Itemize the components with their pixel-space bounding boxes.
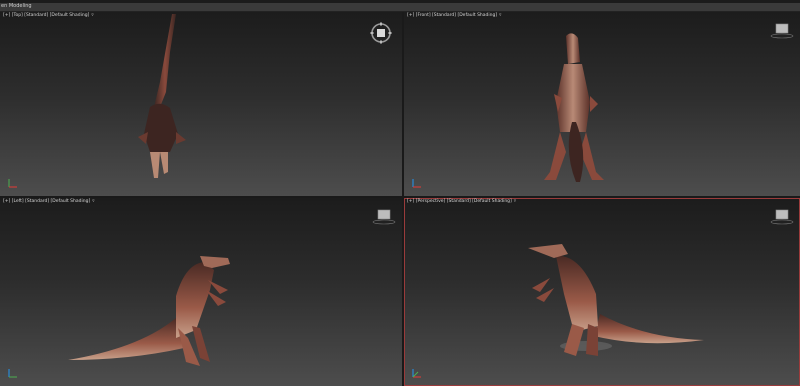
model-front-view[interactable] [544,33,604,182]
viewport-label-front[interactable]: [+] [Front] [Standard] [Default Shading]… [407,13,501,19]
axis-tripod-icon [412,369,421,378]
viewport-label-text[interactable]: [+] [Left] [Standard] [Default Shading] [3,199,90,204]
filter-funnel-icon[interactable]: ▿ [91,13,93,19]
viewport-label-perspective[interactable]: [+] [Perspective] [Standard] [Default Sh… [407,199,516,205]
viewport-grid: [+] [Top] [Standard] [Default Shading]▿ [0,12,800,386]
axis-tripod-icon [412,179,421,188]
viewport-perspective[interactable]: [+] [Perspective] [Standard] [Default Sh… [404,198,800,386]
perspective-view-scene [528,244,704,356]
axis-tripod-icon [8,179,17,188]
viewport-front[interactable]: [+] [Front] [Standard] [Default Shading]… [404,12,800,196]
filter-funnel-icon[interactable]: ▿ [514,199,516,205]
ribbon-bar[interactable]: en Modeling [0,3,800,12]
viewport-label-left[interactable]: [+] [Left] [Standard] [Default Shading] ▿ [3,199,94,205]
front-view-scene [544,33,604,182]
model-top-view[interactable] [138,14,186,178]
viewport-label-text[interactable]: [+] [Top] [Standard] [Default Shading] [3,13,89,18]
viewport-label-text[interactable]: [+] [Perspective] [Standard] [Default Sh… [407,199,512,204]
top-view-scene [138,14,186,178]
model-perspective-view[interactable] [528,244,704,356]
viewport-left[interactable]: [+] [Left] [Standard] [Default Shading] ▿ [0,198,402,386]
viewport-top[interactable]: [+] [Top] [Standard] [Default Shading] ▿ [0,12,402,196]
viewcube-icon[interactable] [370,22,392,44]
viewport-label-text[interactable]: [+] [Front] [Standard] [Default Shading] [407,13,497,18]
filter-funnel-icon[interactable]: ▿ [499,13,501,19]
view-navigation-icon[interactable] [372,208,396,226]
left-view-scene [68,256,230,366]
axis-tripod-icon [8,369,17,378]
viewport-label-top[interactable]: [+] [Top] [Standard] [Default Shading] ▿ [3,13,94,19]
model-left-view[interactable] [68,256,230,366]
view-navigation-icon[interactable] [770,208,794,226]
filter-funnel-icon[interactable]: ▿ [92,199,94,205]
view-navigation-icon[interactable] [770,22,794,40]
ribbon-tab-label[interactable]: en Modeling [1,2,32,10]
